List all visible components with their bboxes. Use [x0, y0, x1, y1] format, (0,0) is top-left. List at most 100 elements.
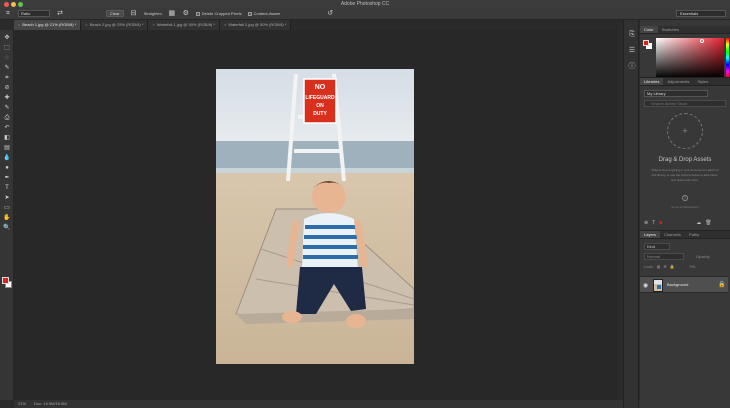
close-icon[interactable]: × — [18, 22, 20, 27]
lasso-icon[interactable]: ◌ — [3, 54, 11, 62]
layers-panel-tabs: Layers Channels Paths — [640, 231, 730, 239]
pen-icon[interactable]: ✒ — [3, 174, 11, 182]
lock-position-icon[interactable]: ✥ — [663, 264, 666, 269]
quick-select-icon[interactable]: ✎ — [3, 64, 11, 72]
canvas-area[interactable]: NO LIFEGUARD ON DUTY — [14, 30, 618, 400]
layer-filter-select[interactable]: Kind — [644, 243, 670, 250]
library-search-input[interactable]: Search Adobe Stock — [644, 100, 726, 107]
options-bar: ⌗ Ratio ⇄ Clear ⊟ Straighten ▦ ⚙ Delete … — [0, 8, 730, 20]
add-content-icon[interactable]: ⊕ — [644, 220, 648, 226]
dodge-icon[interactable]: ● — [3, 164, 11, 172]
tab-styles[interactable]: Styles — [693, 78, 712, 85]
title-bar: Adobe Photoshop CC — [0, 0, 730, 8]
straighten-label[interactable]: Straighten — [144, 11, 162, 16]
document-tab-label: Beach 1.jpg @ 21% (RGB/8) * — [22, 22, 77, 27]
lock-all-icon[interactable]: 🔒 — [670, 264, 675, 269]
document-size: Doc: 19.9M/19.9M — [34, 401, 67, 406]
close-icon[interactable]: × — [85, 22, 87, 27]
move-icon[interactable]: ✥ — [3, 34, 11, 42]
hue-slider[interactable] — [726, 38, 729, 78]
layer-name[interactable]: Background — [667, 282, 688, 287]
document-tab[interactable]: × Beach 2.jpg @ 25% (RGB/8) * — [81, 20, 149, 30]
color-picker-field[interactable] — [656, 38, 724, 78]
workspace-select[interactable]: Essentials — [676, 10, 726, 17]
reset-icon[interactable]: ↺ — [326, 10, 334, 18]
document-tab[interactable]: × Beach 1.jpg @ 21% (RGB/8) * — [14, 20, 82, 30]
zoom-icon[interactable]: 🔍 — [3, 224, 11, 232]
status-bar: 21% Doc: 19.9M/19.9M — [14, 400, 640, 408]
plus-icon: + — [682, 126, 688, 136]
zoom-level[interactable]: 21% — [18, 400, 26, 408]
panel-icon-strip: ⎘ ☰ ⓘ — [623, 20, 639, 408]
lock-pixels-icon[interactable]: ▦ — [657, 264, 661, 269]
visibility-eye-icon[interactable]: ◉ — [643, 282, 648, 289]
foreground-color-swatch[interactable] — [2, 277, 9, 284]
library-select[interactable]: My Library — [644, 90, 708, 97]
drag-drop-description: Drag & drop anything in your document to… — [651, 168, 719, 182]
library-footer: ⊕ T ■ ☁ 🗑 — [644, 219, 726, 227]
delete-cropped-checkbox[interactable]: Delete Cropped Pixels — [195, 11, 242, 16]
layer-row[interactable]: ◉ Background 🔒 — [640, 276, 728, 293]
tab-paths[interactable]: Paths — [685, 231, 703, 238]
document-image[interactable]: NO LIFEGUARD ON DUTY — [216, 69, 414, 364]
swap-icon[interactable]: ⇄ — [56, 10, 64, 18]
crop-icon[interactable]: ⌗ — [3, 74, 11, 82]
info-icon[interactable]: ⓘ — [627, 62, 637, 72]
right-panels: Color Swatches Libraries Adjustments Sty… — [640, 20, 730, 408]
tab-channels[interactable]: Channels — [660, 231, 685, 238]
close-icon[interactable]: × — [224, 22, 226, 27]
gear-icon[interactable]: ⚙ — [182, 10, 190, 18]
blur-icon[interactable]: 💧 — [3, 154, 11, 162]
healing-icon[interactable]: ✚ — [3, 94, 11, 102]
eraser-icon[interactable]: ◧ — [3, 134, 11, 142]
clone-stamp-icon[interactable]: ⎙ — [3, 114, 11, 122]
clear-button[interactable]: Clear — [106, 10, 124, 17]
mini-foreground-swatch[interactable] — [643, 40, 649, 46]
blend-mode-select[interactable]: Normal — [644, 253, 684, 260]
tab-layers[interactable]: Layers — [640, 231, 661, 238]
marquee-icon[interactable]: ⬚ — [3, 44, 11, 52]
overlay-grid-icon[interactable]: ▦ — [168, 10, 176, 18]
tools-panel: ✥ ⬚ ◌ ✎ ⌗ ⊘ ✚ ✎ ⎙ ↶ ◧ ▤ 💧 ● ✒ T ➤ ▭ ✋ 🔍 — [0, 30, 14, 400]
drop-zone[interactable]: + — [667, 113, 703, 149]
eyedropper-icon[interactable]: ⊘ — [3, 84, 11, 92]
ratio-select[interactable]: Ratio — [18, 10, 50, 17]
crop-icon[interactable]: ⌗ — [4, 10, 12, 18]
sign-line-2: LIFEGUARD — [305, 95, 335, 101]
cloud-icon[interactable]: ☁ — [696, 220, 701, 226]
color-panel-tabs: Color Swatches — [640, 26, 730, 34]
tab-swatches[interactable]: Swatches — [658, 26, 683, 33]
close-icon[interactable]: × — [152, 22, 154, 27]
document-tab-bar: × Beach 1.jpg @ 21% (RGB/8) * × Beach 2.jpg… — [14, 20, 618, 30]
layer-lock-icon: 🔒 — [718, 282, 726, 288]
hand-icon[interactable]: ✋ — [3, 214, 11, 222]
path-select-icon[interactable]: ➤ — [3, 194, 11, 202]
straighten-icon[interactable]: ⊟ — [130, 10, 138, 18]
history-brush-icon[interactable]: ↶ — [3, 124, 11, 132]
sign-line-3: ON — [316, 103, 324, 109]
sign-line-4: DUTY — [313, 111, 327, 117]
tab-libraries[interactable]: Libraries — [640, 78, 664, 85]
tab-color[interactable]: Color — [640, 26, 658, 33]
history-icon[interactable]: ⎘ — [627, 30, 637, 40]
properties-icon[interactable]: ☰ — [627, 46, 637, 56]
color-picker-cursor[interactable] — [700, 39, 704, 43]
text-style-icon[interactable]: T — [652, 220, 655, 226]
libraries-panel-tabs: Libraries Adjustments Styles — [640, 78, 730, 86]
library-footer-text: Stock & Marketplace — [671, 205, 699, 209]
document-tab-label: Waterfall 1.jpg @ 50% (RGB/8) * — [156, 22, 215, 27]
tab-adjustments[interactable]: Adjustments — [663, 78, 693, 85]
gradient-icon[interactable]: ▤ — [3, 144, 11, 152]
type-icon[interactable]: T — [3, 184, 11, 192]
document-tab-label: Beach 2.jpg @ 25% (RGB/8) * — [89, 22, 144, 27]
rectangle-icon[interactable]: ▭ — [3, 204, 11, 212]
sign-line-1: NO — [315, 84, 326, 91]
trash-icon[interactable]: 🗑 — [705, 220, 711, 226]
document-tab[interactable]: × Waterfall 1.jpg @ 50% (RGB/8) * — [148, 20, 220, 30]
brush-icon[interactable]: ✎ — [3, 104, 11, 112]
content-aware-checkbox[interactable]: Content-Aware — [247, 11, 280, 16]
document-tab[interactable]: × Waterfall 2.jpg @ 50% (RGB/8) * — [219, 20, 292, 30]
document-tab-label: Waterfall 2.jpg @ 50% (RGB/8) * — [228, 22, 287, 27]
help-icon[interactable]: ? — [682, 195, 688, 201]
color-add-icon[interactable]: ■ — [659, 220, 662, 226]
